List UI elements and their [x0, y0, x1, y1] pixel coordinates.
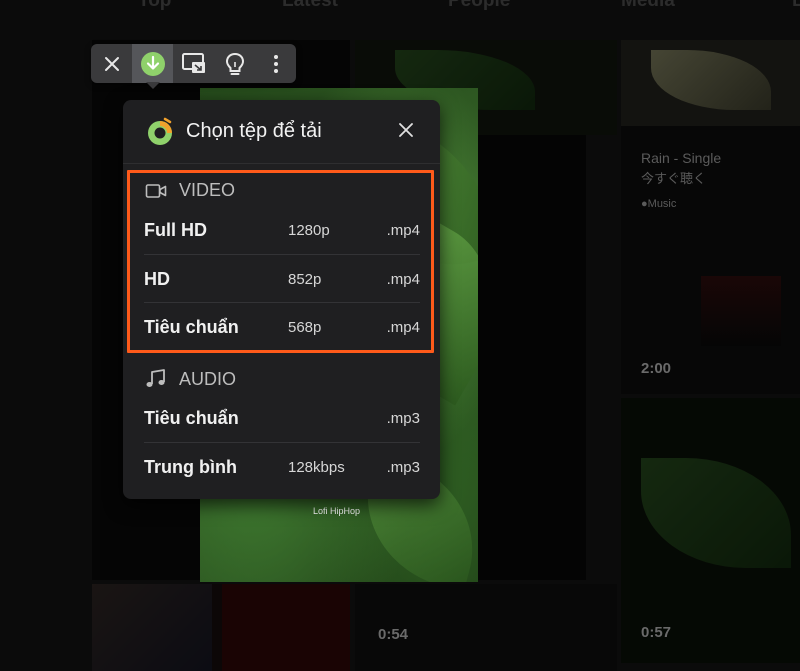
- download-option-row[interactable]: Trung bình 128kbps .mp3: [144, 443, 420, 491]
- popup-header: Chọn tệp để tải: [123, 100, 440, 164]
- toolbar-pip-button[interactable]: [173, 44, 214, 83]
- duration-label: 2:00: [641, 360, 672, 377]
- quality-name: Trung bình: [144, 457, 237, 477]
- apple-icon: ●: [641, 198, 648, 210]
- coccoc-logo-icon: [148, 117, 172, 145]
- nav-tab-top[interactable]: Top: [138, 0, 171, 12]
- card-source: ●Music: [641, 198, 677, 210]
- nav-tab-media[interactable]: Media: [621, 0, 675, 12]
- media-card[interactable]: Rain - Single 今すぐ聴く ●Music 2:00: [621, 126, 800, 394]
- file-extension: .mp3: [386, 410, 420, 427]
- download-icon: [140, 51, 165, 76]
- nav-tab-latest[interactable]: Latest: [282, 0, 338, 12]
- media-tile[interactable]: [92, 584, 350, 671]
- duration-label: 0:57: [641, 624, 672, 641]
- toolbar-lightbulb-button[interactable]: [214, 44, 255, 83]
- video-caption: Lofi HipHop: [313, 506, 361, 516]
- file-extension: .mp3: [386, 459, 420, 476]
- download-option-row[interactable]: Tiêu chuẩn .mp3: [144, 394, 420, 442]
- popup-close-icon[interactable]: [398, 122, 414, 138]
- album-art: [701, 276, 781, 346]
- background-nav: Top Latest People Media L: [0, 0, 800, 14]
- card-subtitle: 今すぐ聴く: [641, 171, 707, 186]
- audio-section-header: AUDIO: [145, 368, 236, 390]
- media-tile[interactable]: 0:54: [355, 584, 617, 671]
- media-tile[interactable]: [478, 135, 586, 580]
- toolbar-more-button[interactable]: [255, 44, 296, 83]
- toolbar-close-button[interactable]: [91, 44, 132, 83]
- card-title: Rain - Single: [641, 150, 722, 166]
- more-vertical-icon: [273, 54, 278, 73]
- toolbar-download-button[interactable]: [132, 44, 173, 83]
- toolbar-pointer: [146, 82, 160, 89]
- media-tile[interactable]: [621, 40, 800, 126]
- duration-label: 0:54: [378, 626, 409, 643]
- quality-name: Tiêu chuẩn: [144, 408, 239, 428]
- extension-toolbar: [91, 44, 296, 83]
- lightbulb-icon: [225, 52, 244, 75]
- close-icon: [104, 56, 119, 71]
- music-note-icon: [146, 369, 165, 387]
- nav-tab-more[interactable]: L: [792, 0, 800, 12]
- popup-title: Chọn tệp để tải: [186, 120, 322, 142]
- media-tile[interactable]: 0:57: [621, 398, 800, 663]
- audio-section-label: AUDIO: [179, 368, 237, 389]
- picture-in-picture-icon: [181, 52, 205, 73]
- nav-tab-people[interactable]: People: [448, 0, 510, 12]
- video-options-highlight: [127, 170, 434, 353]
- quality-resolution: 128kbps: [288, 459, 345, 476]
